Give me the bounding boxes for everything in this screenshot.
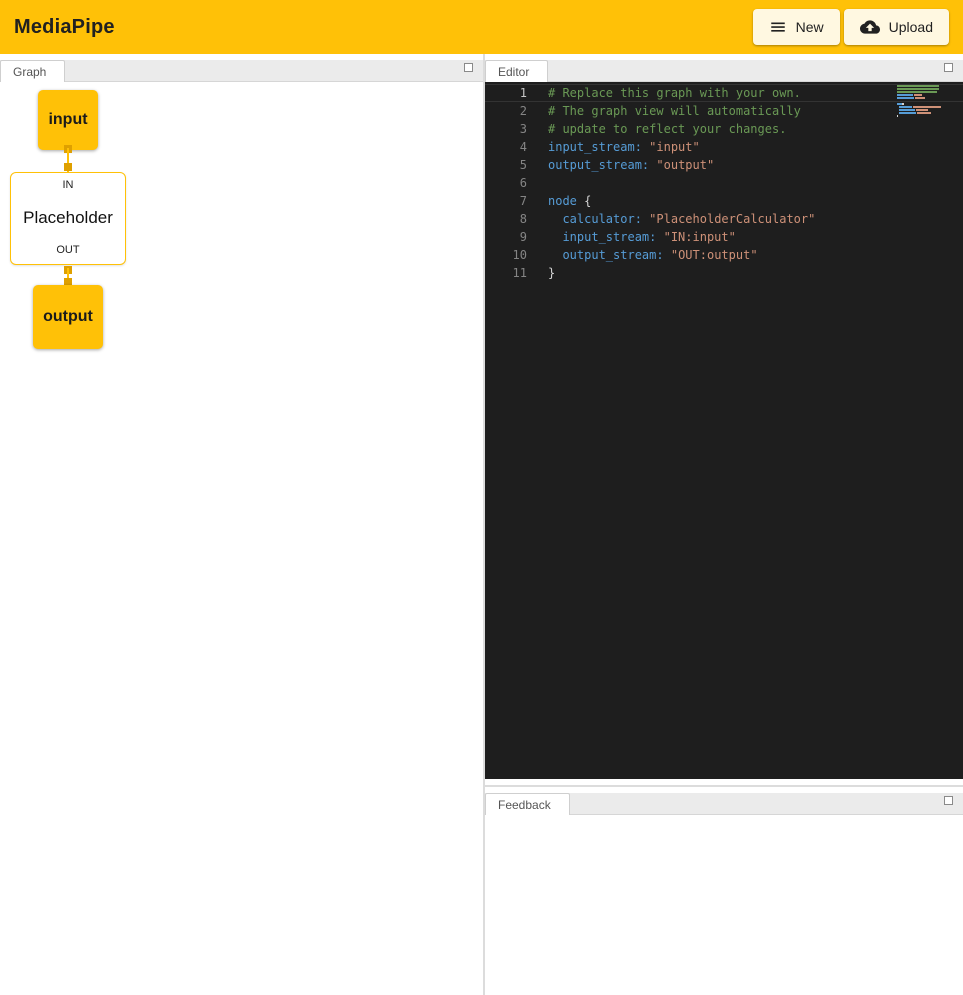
- editor-popout-icon[interactable]: [944, 63, 953, 72]
- graph-column: Graph input IN Placeholder OUT: [0, 54, 483, 995]
- code-line: 1# Replace this graph with your own.: [485, 84, 963, 102]
- graph-node-output-label: output: [43, 308, 93, 326]
- tab-feedback[interactable]: Feedback: [485, 793, 570, 815]
- upload-button-label: Upload: [889, 19, 933, 35]
- code-editor[interactable]: 1# Replace this graph with your own.2# T…: [485, 82, 963, 779]
- graph-node-input[interactable]: input: [38, 90, 98, 150]
- out-port-label: OUT: [56, 244, 79, 256]
- code-line: 11}: [485, 264, 963, 282]
- cloud-upload-icon: [860, 17, 880, 37]
- code-line: 7node {: [485, 192, 963, 210]
- code-line: 2# The graph view will automatically: [485, 102, 963, 120]
- feedback-panel: Feedback: [485, 787, 963, 995]
- app-root: MediaPipe New Upload Graph: [0, 0, 963, 995]
- graph-panel: Graph input IN Placeholder OUT: [0, 54, 483, 995]
- code-line: 9 input_stream: "IN:input": [485, 228, 963, 246]
- tab-editor-label: Editor: [498, 65, 529, 79]
- main-layout: Graph input IN Placeholder OUT: [0, 54, 963, 995]
- graph-node-output[interactable]: output: [33, 285, 103, 349]
- graph-panel-header: Graph: [0, 60, 483, 82]
- tab-feedback-label: Feedback: [498, 798, 551, 812]
- graph-popout-icon[interactable]: [464, 63, 473, 72]
- graph-node-placeholder[interactable]: IN Placeholder OUT: [10, 172, 126, 265]
- right-column: Editor 1# Replace this graph with your o…: [485, 54, 963, 995]
- tab-editor[interactable]: Editor: [485, 60, 548, 82]
- app-header: MediaPipe New Upload: [0, 0, 963, 54]
- header-buttons: New Upload: [753, 9, 949, 45]
- graph-canvas[interactable]: input IN Placeholder OUT output: [0, 82, 483, 995]
- code-line: 5output_stream: "output": [485, 156, 963, 174]
- feedback-panel-header: Feedback: [485, 793, 963, 815]
- in-port-label: IN: [63, 179, 74, 191]
- code-line: 10 output_stream: "OUT:output": [485, 246, 963, 264]
- tab-graph-label: Graph: [13, 65, 46, 79]
- app-title: MediaPipe: [14, 16, 115, 39]
- code-line: 4input_stream: "input": [485, 138, 963, 156]
- new-button[interactable]: New: [753, 9, 840, 45]
- placeholder-node-title: Placeholder: [23, 208, 113, 228]
- upload-button[interactable]: Upload: [844, 9, 949, 45]
- graph-node-input-label: input: [48, 111, 87, 129]
- code-line: 8 calculator: "PlaceholderCalculator": [485, 210, 963, 228]
- new-button-label: New: [796, 19, 824, 35]
- code-line: 3# update to reflect your changes.: [485, 120, 963, 138]
- edge-pin: [64, 163, 72, 171]
- editor-panel: Editor 1# Replace this graph with your o…: [485, 54, 963, 779]
- code-line: 6: [485, 174, 963, 192]
- feedback-popout-icon[interactable]: [944, 796, 953, 805]
- menu-icon: [769, 18, 787, 36]
- minimap[interactable]: [897, 85, 955, 118]
- editor-panel-header: Editor: [485, 60, 963, 82]
- code-lines: 1# Replace this graph with your own.2# T…: [485, 84, 963, 282]
- tab-graph[interactable]: Graph: [0, 60, 65, 82]
- feedback-content: [485, 815, 963, 995]
